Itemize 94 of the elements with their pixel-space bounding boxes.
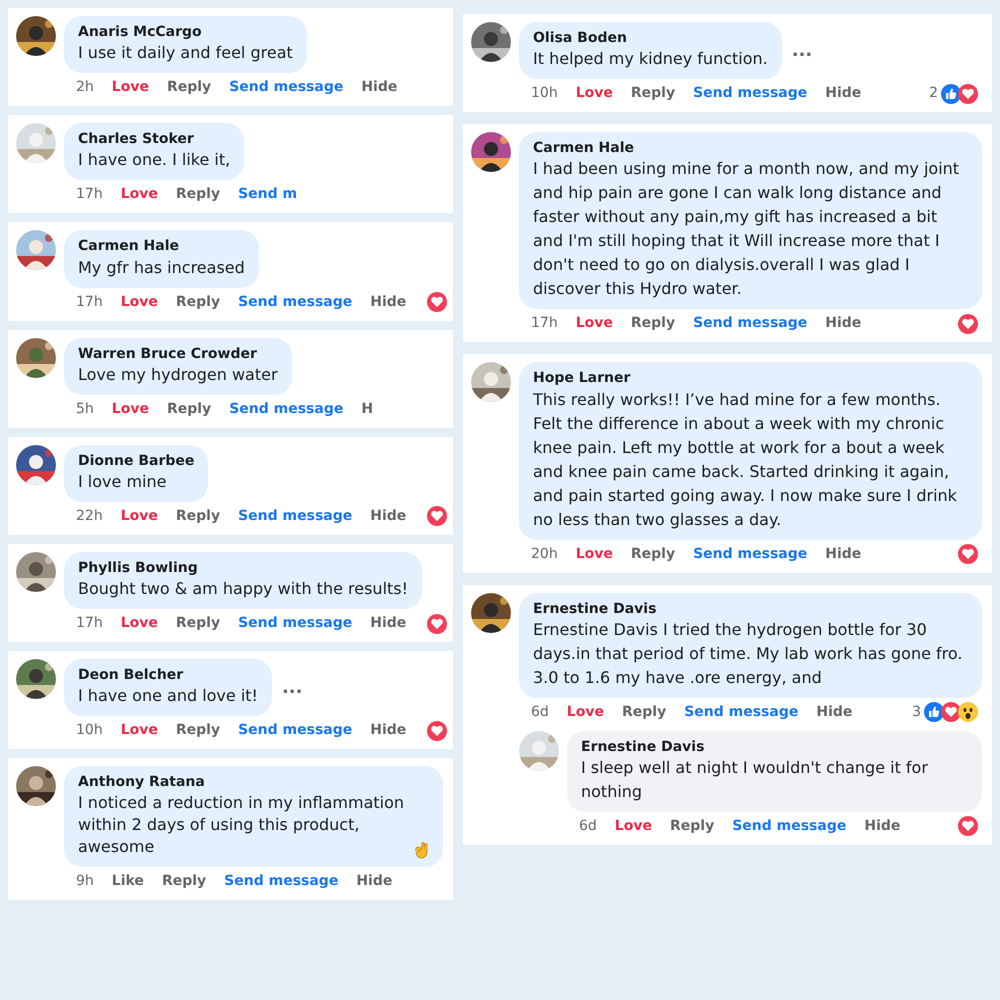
hide-link[interactable]: Hide xyxy=(825,83,862,104)
comment-text: This really works!! I’ve had mine for a few months. Felt the difference in about a week with my chronic knee pain. Left my bottle at work for a bout a week and knee pain came back. Started drinking it again, and pain started going away. I now make sure I drink no less than two glasses a day. xyxy=(533,390,957,529)
commenter-name[interactable]: Hope Larner xyxy=(533,369,968,388)
love-link[interactable]: Love xyxy=(112,77,149,98)
hide-link[interactable]: Hide xyxy=(370,506,406,527)
hide-link[interactable]: Hide xyxy=(864,816,900,837)
love-link[interactable]: Love xyxy=(120,613,158,634)
commenter-name[interactable]: Charles Stoker xyxy=(78,130,230,148)
send-message-link[interactable]: Send message xyxy=(238,506,352,527)
comment-text: I have one. I like it, xyxy=(78,150,230,170)
hide-link[interactable]: Hide xyxy=(370,292,406,313)
reply-link[interactable]: Reply xyxy=(176,292,220,313)
send-message-link[interactable]: Send message xyxy=(693,313,808,334)
love-link[interactable]: Love xyxy=(120,184,158,206)
send-message-link[interactable]: Send message xyxy=(229,77,344,98)
timestamp: 17h xyxy=(76,185,103,204)
comment-text: I use it daily and feel great xyxy=(78,43,293,62)
hide-link[interactable]: Hide xyxy=(370,720,406,742)
reply-link[interactable]: Reply xyxy=(630,544,676,565)
commenter-name[interactable]: Anaris McCargo xyxy=(78,23,293,42)
send-message-link[interactable]: Send message xyxy=(238,292,352,313)
comment-text: My gfr has increased xyxy=(78,258,245,277)
reply-link[interactable]: Reply xyxy=(176,184,220,206)
comment-text: I have one and love it! xyxy=(78,686,258,706)
timestamp: 22h xyxy=(76,506,103,526)
comment-text: Bought two & am happy with the results! xyxy=(78,579,408,598)
hide-link[interactable]: Hide xyxy=(356,870,392,892)
comment-text: Ernestine Davis I tried the hydrogen bottle for 30 days.in that period of time. My lab work has gone fro. 3.0 to 1.6 my have .ore energy, and xyxy=(533,620,962,687)
timestamp: 6d xyxy=(531,702,549,722)
hide-link[interactable]: Hide xyxy=(825,544,862,565)
send-message-link[interactable]: Send message xyxy=(238,613,352,634)
send-message-link[interactable]: Send message xyxy=(684,702,798,723)
reply-link[interactable]: Reply xyxy=(176,720,220,742)
reply-link[interactable]: Reply xyxy=(166,398,212,420)
reply-link[interactable]: Reply xyxy=(622,702,666,723)
comment-text: Love my hydrogen water xyxy=(78,364,278,384)
send-message-link[interactable]: Send m xyxy=(238,184,298,206)
commenter-name[interactable]: Olisa Boden xyxy=(533,29,768,48)
timestamp: 2h xyxy=(76,78,94,98)
love-link[interactable]: Love xyxy=(120,720,158,742)
timestamp: 17h xyxy=(531,314,558,334)
reply-link[interactable]: Reply xyxy=(162,870,206,892)
love-link[interactable]: Love xyxy=(120,292,158,313)
reply-link[interactable]: Reply xyxy=(176,613,220,634)
send-message-link[interactable]: Send message xyxy=(693,83,808,104)
hide-link[interactable]: Hide xyxy=(370,613,406,634)
love-link[interactable]: Love xyxy=(120,506,158,527)
reply-link[interactable]: Reply xyxy=(670,816,714,837)
reply-link[interactable]: Reply xyxy=(630,83,676,104)
comment-text: I love mine xyxy=(78,472,166,491)
timestamp: 17h xyxy=(76,292,103,312)
reply-link[interactable]: Reply xyxy=(176,506,220,527)
timestamp: 17h xyxy=(76,614,103,634)
reaction-count[interactable]: 3 xyxy=(912,702,921,723)
send-message-link[interactable]: Send message xyxy=(693,544,808,565)
commenter-name[interactable]: Ernestine Davis xyxy=(581,738,968,756)
timestamp: 20h xyxy=(531,544,558,564)
commenter-name[interactable]: Warren Bruce Crowder xyxy=(78,344,278,363)
hide-link[interactable]: Hide xyxy=(361,77,398,98)
commenter-name[interactable]: Carmen Hale xyxy=(533,139,968,158)
commenter-name[interactable]: Dionne Barbee xyxy=(78,452,194,470)
reply-link[interactable]: Reply xyxy=(166,77,212,98)
comment-text: I noticed a reduction in my inflammation within 2 days of using this product, awesome xyxy=(78,792,406,858)
love-link[interactable]: Love xyxy=(576,544,613,565)
send-message-link[interactable]: Send message xyxy=(224,870,338,892)
timestamp: 6d xyxy=(579,816,597,836)
send-message-link[interactable]: Send message xyxy=(732,816,846,837)
love-link[interactable]: Love xyxy=(576,313,613,334)
timestamp: 10h xyxy=(76,721,103,740)
timestamp: 5h xyxy=(76,400,94,419)
comment-text: I sleep well at night I wouldn't change it for nothing xyxy=(581,758,928,801)
timestamp: 10h xyxy=(531,84,558,104)
love-link[interactable]: Love xyxy=(566,702,604,723)
comment-text: It helped my kidney function. xyxy=(533,49,768,68)
like-link[interactable]: Like xyxy=(112,870,144,892)
hide-link[interactable]: H xyxy=(361,398,374,420)
hide-link[interactable]: Hide xyxy=(825,313,862,334)
reaction-count[interactable]: 2 xyxy=(929,83,938,104)
commenter-name[interactable]: Ernestine Davis xyxy=(533,600,968,618)
more-options-button[interactable]: ... xyxy=(792,37,812,64)
love-link[interactable]: Love xyxy=(112,398,149,420)
send-message-link[interactable]: Send message xyxy=(238,720,352,742)
comment-text: I had been using mine for a month now, and my joint and hip pain are gone I can walk long distance and faster without any pain,my gift has increased a bit and I'm still hoping that it Will increase more that I don't need to go on dialysis.overall I was glad I discover this Hydro water. xyxy=(533,159,960,298)
send-message-link[interactable]: Send message xyxy=(229,398,344,420)
commenter-name[interactable]: Phyllis Bowling xyxy=(78,558,408,578)
commenter-name[interactable]: Deon Belcher xyxy=(78,666,258,684)
love-link[interactable]: Love xyxy=(614,816,652,837)
timestamp: 9h xyxy=(76,872,94,891)
hide-link[interactable]: Hide xyxy=(816,702,852,723)
commenter-name[interactable]: Carmen Hale xyxy=(78,237,245,256)
reply-link[interactable]: Reply xyxy=(630,313,676,334)
more-options-button[interactable]: ... xyxy=(282,674,302,702)
love-link[interactable]: Love xyxy=(576,83,613,104)
commenter-name[interactable]: Anthony Ratana xyxy=(78,773,429,792)
